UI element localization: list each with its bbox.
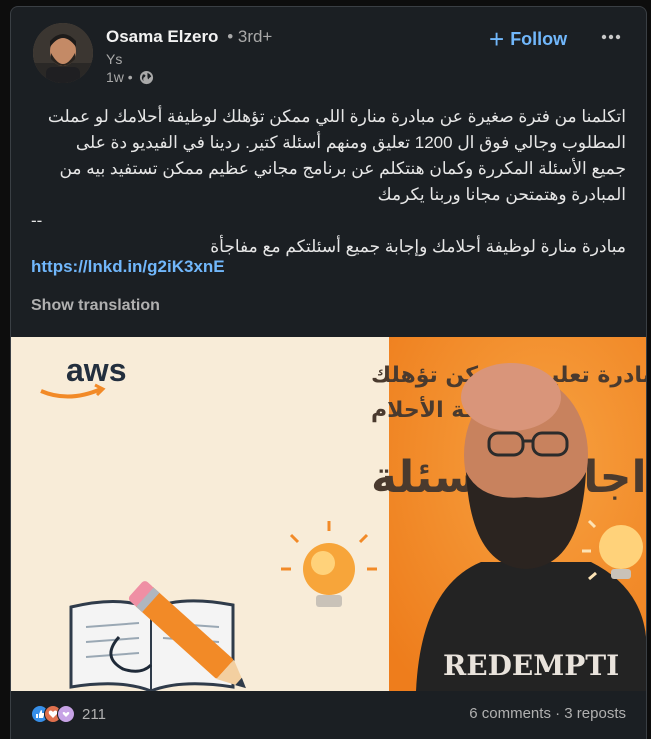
post-time-row: 1w • [106, 69, 154, 85]
stats-separator: · [550, 705, 565, 722]
post-line: جميع الأسئلة المكررة وكمان هنتكلم عن برن… [59, 159, 626, 178]
post-time: 1w • [106, 69, 133, 85]
reaction-count: 211 [82, 705, 106, 723]
comments-link[interactable]: 6 comments [469, 705, 551, 722]
video-thumbnail[interactable]: aws مبادرة تعليمية ممكن تؤهلك لوظيفة الأ… [11, 337, 646, 691]
thumbnail-art: aws مبادرة تعليمية ممكن تؤهلك لوظيفة الأ… [11, 337, 646, 691]
reposts-link[interactable]: 3 reposts [564, 705, 626, 722]
post-link[interactable]: https://lnkd.in/g2iK3xnE [31, 257, 225, 277]
connection-degree: • 3rd+ [227, 27, 273, 46]
author-name-row: Osama Elzero • 3rd+ [106, 27, 272, 47]
follow-button[interactable]: + Follow [489, 21, 567, 57]
post-line: اتكلمنا من فترة صغيرة عن مبادرة منارة ال… [47, 107, 626, 126]
ellipsis-icon[interactable] [599, 25, 623, 49]
post-line: المبادرة وهتمتحن مجانا وربنا يكرمك [377, 185, 626, 204]
author-name[interactable]: Osama Elzero [106, 27, 218, 46]
post-card: Osama Elzero • 3rd+ Ys 1w • + Follow اتك… [10, 6, 647, 739]
follow-label: Follow [510, 28, 568, 49]
post-separator: -- [31, 211, 43, 230]
post-header: Osama Elzero • 3rd+ Ys 1w • + Follow [11, 7, 646, 99]
engagement-stats: 6 comments · 3 reposts [469, 705, 626, 722]
support-icon [57, 705, 75, 723]
author-subtitle: Ys [106, 51, 123, 67]
reactions-summary[interactable]: 211 [31, 705, 106, 723]
shirt-text: REDEMPTI [443, 649, 619, 682]
plus-icon: + [489, 24, 505, 54]
show-translation-button[interactable]: Show translation [31, 297, 160, 315]
svg-text:aws: aws [66, 352, 126, 388]
globe-icon [139, 70, 154, 85]
post-footer: 211 6 comments · 3 reposts [11, 691, 646, 739]
post-line: المطلوب وجالي فوق ال 1200 تعليق ومنهم أس… [75, 133, 626, 152]
post-text: اتكلمنا من فترة صغيرة عن مبادرة منارة ال… [31, 104, 626, 260]
author-avatar[interactable] [33, 23, 93, 83]
